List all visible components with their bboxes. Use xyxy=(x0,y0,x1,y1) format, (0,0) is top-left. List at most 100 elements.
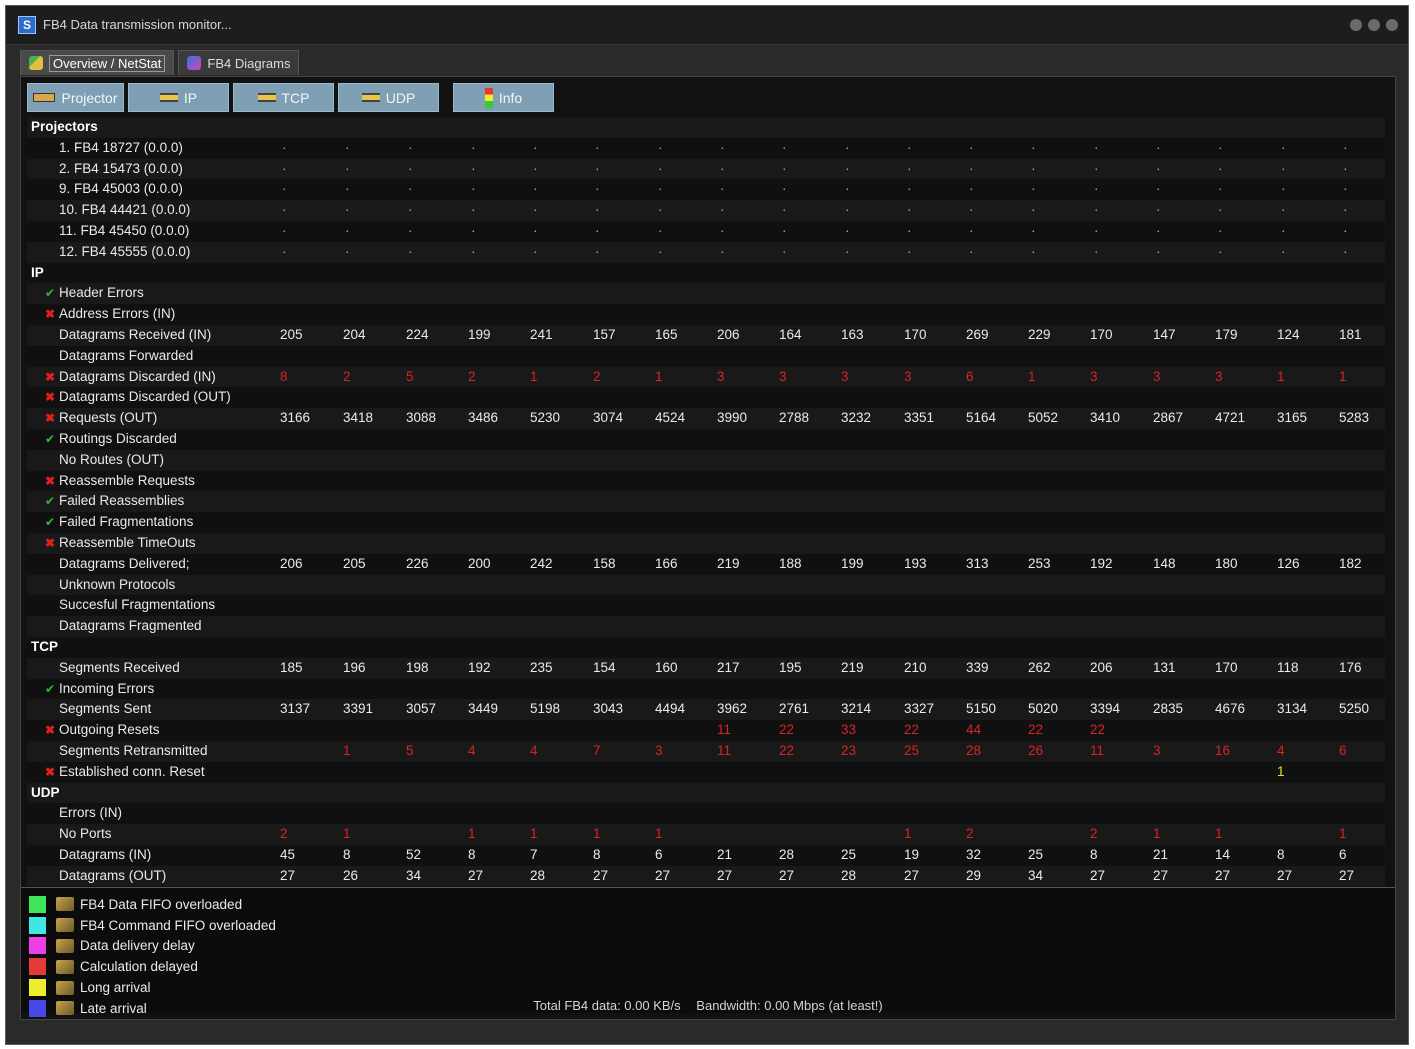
value-cell: 1 xyxy=(655,826,663,842)
value-cell: · xyxy=(720,243,725,259)
info-button[interactable]: Info xyxy=(453,83,554,112)
value-cell: 4 xyxy=(1277,742,1285,758)
value-cell: 5283 xyxy=(1339,410,1370,426)
value-cell: 6 xyxy=(966,368,974,384)
row-label: Routings Discarded xyxy=(59,430,177,446)
legend-label: Calculation delayed xyxy=(80,959,198,975)
value-cell: · xyxy=(345,181,350,197)
stat-row: Succesful Fragmentations xyxy=(27,595,1385,617)
value-cell: · xyxy=(782,243,787,259)
value-cell: · xyxy=(1218,139,1223,155)
value-cell: 164 xyxy=(779,326,802,342)
value-cell: 4 xyxy=(468,742,476,758)
stat-row: 2. FB4 15473 (0.0.0) · · · · · · · · · · · · · · · · · · xyxy=(27,158,1385,180)
value-cell: 8 xyxy=(1277,846,1285,862)
value-cell: · xyxy=(471,202,476,218)
close-button[interactable] xyxy=(1386,19,1398,31)
stat-row: 9. FB4 45003 (0.0.0) · · · · · · · · · · · · · · · · · · xyxy=(27,179,1385,201)
value-cell: 28 xyxy=(779,846,795,862)
value-cell: · xyxy=(595,181,600,197)
info-label: Info xyxy=(498,89,523,106)
value-cell: 3 xyxy=(1215,368,1223,384)
value-cell: · xyxy=(658,202,663,218)
row-label: Requests (OUT) xyxy=(59,410,158,426)
title-bar: S FB4 Data transmission monitor... xyxy=(6,6,1408,45)
value-cell: · xyxy=(471,181,476,197)
value-cell: 206 xyxy=(717,326,740,342)
stat-row: 1. FB4 18727 (0.0.0) · · · · · · · · · · · · · · · · · · xyxy=(27,137,1385,159)
value-cell: · xyxy=(533,139,538,155)
value-cell: · xyxy=(1218,222,1223,238)
row-label: Datagrams Forwarded xyxy=(59,347,194,363)
row-label: Datagrams (IN) xyxy=(59,846,152,862)
tcp-button[interactable]: TCP xyxy=(233,83,334,112)
value-cell: · xyxy=(1094,243,1099,259)
value-cell: 3 xyxy=(717,368,725,384)
minimize-button[interactable] xyxy=(1350,19,1362,31)
value-cell: · xyxy=(907,160,912,176)
projector-icon xyxy=(33,93,56,102)
value-cell: 27 xyxy=(1090,867,1106,883)
value-cell: 205 xyxy=(280,326,303,342)
value-cell: · xyxy=(1156,139,1161,155)
value-cell: 45 xyxy=(280,846,296,862)
value-cell: · xyxy=(782,160,787,176)
value-cell: 27 xyxy=(717,867,733,883)
value-cell: 11 xyxy=(1090,742,1105,758)
value-cell: · xyxy=(282,139,287,155)
tab-fb4-diagrams[interactable]: FB4 Diagrams xyxy=(178,50,300,75)
value-cell: 8 xyxy=(280,368,288,384)
value-cell: · xyxy=(1156,181,1161,197)
value-cell: 1 xyxy=(904,826,912,842)
value-cell: 219 xyxy=(717,555,740,571)
value-cell: 253 xyxy=(1028,555,1051,571)
value-cell: 170 xyxy=(1090,326,1113,342)
value-cell: 219 xyxy=(841,659,864,675)
window-title: FB4 Data transmission monitor... xyxy=(43,17,232,32)
udp-button[interactable]: UDP xyxy=(338,83,439,112)
value-cell: · xyxy=(595,222,600,238)
value-cell: · xyxy=(658,160,663,176)
value-cell: · xyxy=(1156,222,1161,238)
section-header: Projectors xyxy=(27,117,1385,138)
value-cell: · xyxy=(1094,202,1099,218)
tab-overview-netstat[interactable]: Overview / NetStat xyxy=(20,50,175,75)
value-cell: 6 xyxy=(1339,742,1347,758)
stat-row: ✔ Failed Reassemblies xyxy=(27,491,1385,513)
value-cell: · xyxy=(720,139,725,155)
calc-icon xyxy=(56,959,74,974)
value-cell: 5164 xyxy=(966,410,997,426)
error-x-icon: ✖ xyxy=(44,369,56,384)
stat-row: ✖ Requests (OUT) 3166 3418 3088 3486 5230 3074 4… xyxy=(27,408,1385,429)
ip-button[interactable]: IP xyxy=(128,83,229,112)
check-icon: ✔ xyxy=(44,286,56,301)
error-x-icon: ✖ xyxy=(44,390,56,405)
delivery-icon xyxy=(56,938,74,953)
projector-button[interactable]: Projector xyxy=(27,83,124,112)
value-cell: 170 xyxy=(904,326,927,342)
value-cell: 3327 xyxy=(904,701,935,717)
value-cell: · xyxy=(408,139,413,155)
value-cell: 27 xyxy=(280,867,296,883)
tcp-label: TCP xyxy=(281,89,310,106)
row-label: Projectors xyxy=(31,119,98,134)
value-cell: · xyxy=(782,181,787,197)
toolbar: Projector IP TCP UDP Info xyxy=(27,83,554,113)
maximize-button[interactable] xyxy=(1368,19,1380,31)
value-cell: 206 xyxy=(280,555,303,571)
value-cell: · xyxy=(408,222,413,238)
value-cell: · xyxy=(1094,222,1099,238)
error-x-icon: ✖ xyxy=(44,723,56,738)
value-cell: 34 xyxy=(406,867,422,883)
value-cell: · xyxy=(1031,202,1036,218)
value-cell: · xyxy=(1031,222,1036,238)
value-cell: 2 xyxy=(593,368,601,384)
value-cell: · xyxy=(282,243,287,259)
value-cell: · xyxy=(720,202,725,218)
value-cell: 3486 xyxy=(468,410,499,426)
value-cell: · xyxy=(1218,181,1223,197)
value-cell: 8 xyxy=(468,846,476,862)
value-cell: 166 xyxy=(655,555,678,571)
legend-swatch xyxy=(29,937,46,955)
value-cell: 2835 xyxy=(1153,701,1184,717)
